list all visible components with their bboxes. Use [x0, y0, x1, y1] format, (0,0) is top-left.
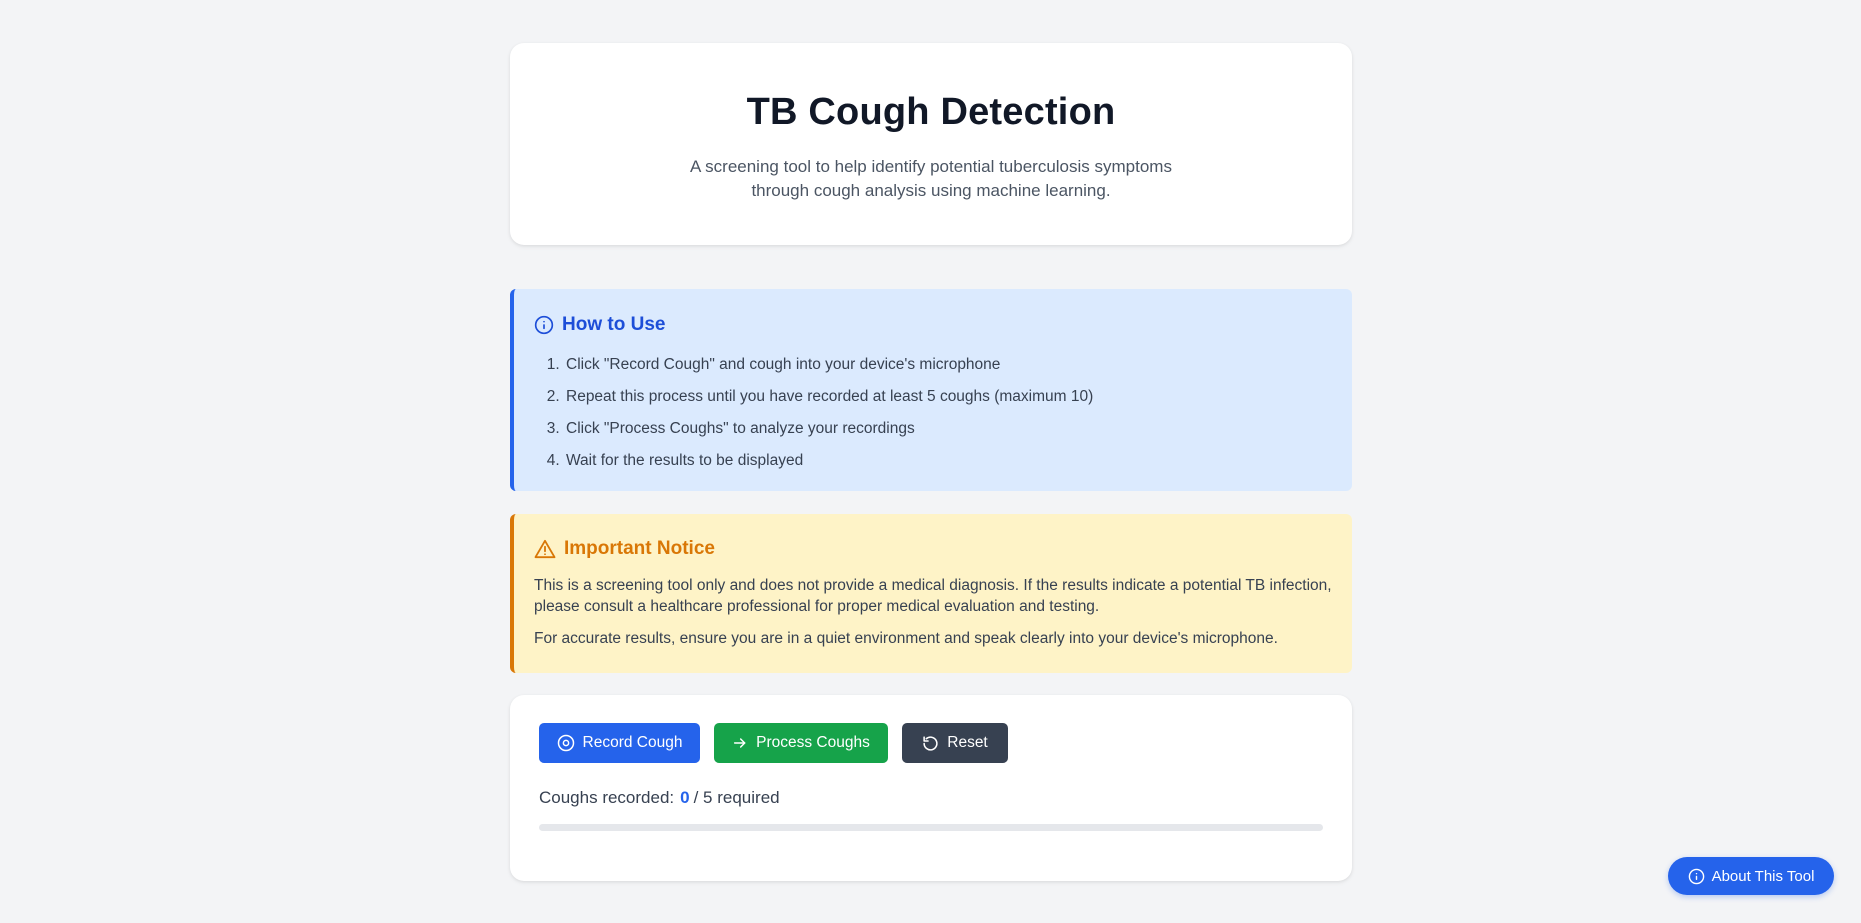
record-cough-button[interactable]: Record Cough — [539, 723, 700, 763]
cough-progress-bar — [539, 824, 1323, 831]
process-coughs-button[interactable]: Process Coughs — [714, 723, 888, 763]
about-tool-button[interactable]: About This Tool — [1668, 857, 1834, 895]
important-notice-panel: Important Notice This is a screening too… — [510, 514, 1352, 673]
button-row: Record Cough Process Coughs Reset — [539, 723, 1323, 763]
notice-heading: Important Notice — [534, 537, 1338, 561]
page-subtitle: A screening tool to help identify potent… — [690, 157, 1172, 200]
info-icon — [1688, 868, 1705, 885]
arrow-right-icon — [732, 735, 748, 751]
info-icon — [534, 315, 554, 335]
about-tool-label: About This Tool — [1711, 867, 1815, 885]
header-card: TB Cough Detection A screening tool to h… — [510, 43, 1352, 245]
instructions-list: Click "Record Cough" and cough into your… — [534, 349, 1352, 477]
notice-paragraph: This is a screening tool only and does n… — [534, 577, 1332, 615]
reset-label: Reset — [947, 734, 988, 751]
cough-count-value: 0 — [680, 788, 690, 807]
instruction-step: Click "Record Cough" and cough into your… — [564, 349, 1352, 381]
cough-count-label: Coughs recorded: — [539, 788, 675, 807]
page-title: TB Cough Detection — [746, 91, 1116, 133]
recording-controls-card: Record Cough Process Coughs Reset Coughs… — [510, 695, 1352, 881]
notice-paragraph: For accurate results, ensure you are in … — [534, 630, 1278, 647]
record-cough-label: Record Cough — [582, 734, 683, 751]
cough-count-suffix: / 5 required — [693, 788, 780, 807]
process-coughs-label: Process Coughs — [756, 734, 870, 751]
how-to-use-panel: How to Use Click "Record Cough" and coug… — [510, 289, 1352, 491]
warning-icon — [534, 539, 556, 559]
instruction-step: Wait for the results to be displayed — [564, 445, 1352, 477]
reset-button[interactable]: Reset — [902, 723, 1008, 763]
how-to-use-title: How to Use — [562, 314, 666, 335]
notice-title: Important Notice — [564, 538, 715, 559]
record-icon — [557, 734, 575, 752]
main-container: TB Cough Detection A screening tool to h… — [510, 43, 1352, 881]
cough-counter: Coughs recorded: 0/ 5 required — [539, 788, 1323, 808]
instruction-step: Click "Process Coughs" to analyze your r… — [564, 413, 1352, 445]
reset-icon — [922, 735, 939, 752]
how-to-use-heading: How to Use — [534, 313, 1352, 337]
instruction-step: Repeat this process until you have recor… — [564, 381, 1352, 413]
